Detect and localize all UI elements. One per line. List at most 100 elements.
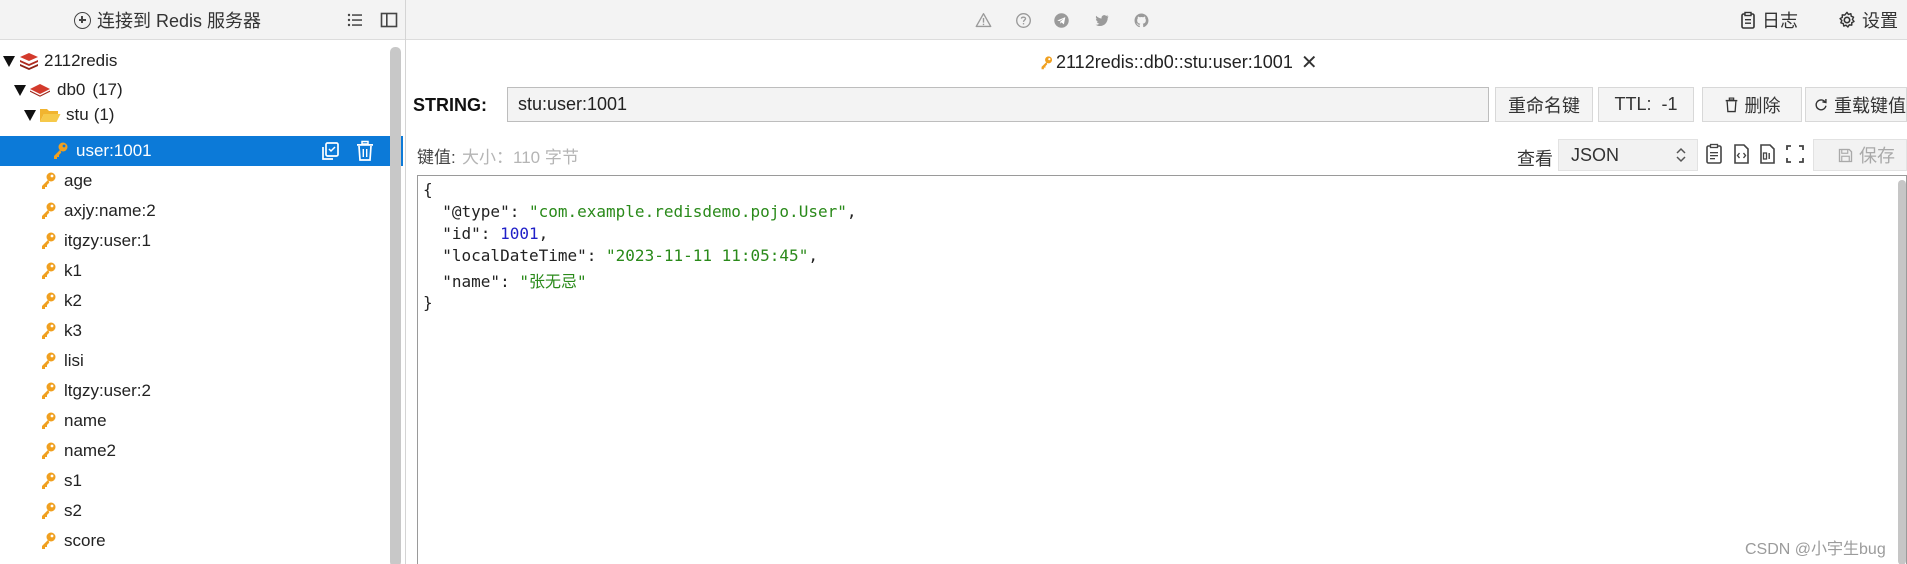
key-label: score [64, 531, 106, 550]
expand-triangle-icon[interactable] [3, 55, 15, 67]
save-button[interactable]: 保存 [1813, 139, 1907, 171]
key-icon [54, 142, 68, 159]
clipboard-list-icon [1741, 11, 1755, 29]
chevron-updown-icon [1676, 147, 1686, 163]
value-label: 键值: [417, 148, 456, 167]
telegram-icon[interactable] [1053, 12, 1070, 29]
gear-icon [1839, 11, 1855, 28]
key-icon [42, 202, 56, 219]
panel-divider[interactable] [405, 0, 406, 564]
editor-scrollbar[interactable] [1898, 180, 1906, 564]
rename-key-button[interactable]: 重命名键 [1495, 87, 1593, 122]
reload-key-button[interactable]: 重载键值 [1805, 87, 1907, 122]
settings-label: 设置 [1862, 11, 1898, 31]
json-value: "2023-11-11 11:05:45" [606, 246, 809, 265]
close-tab-icon[interactable]: ✕ [1301, 50, 1318, 75]
tree-key-item[interactable]: itgzy:user:1 [0, 226, 403, 256]
json-key: "@type" [442, 202, 510, 221]
key-icon [42, 262, 56, 279]
trash-icon[interactable] [355, 140, 375, 162]
json-line: "id": 1001, [442, 224, 549, 243]
key-icon [42, 502, 56, 519]
tree-key-item[interactable]: ltgzy:user:2 [0, 376, 403, 406]
key-tab[interactable]: 2112redis::db0::stu:user:1001 ✕ [1040, 50, 1318, 75]
save-icon [1838, 148, 1853, 162]
key-label: s2 [64, 501, 82, 520]
folder-label: stu [66, 105, 89, 124]
reload-icon [1815, 98, 1827, 110]
json-open-brace: { [423, 180, 433, 199]
tree-server-node[interactable]: 2112redis [0, 46, 403, 76]
plus-circle-icon [74, 11, 91, 29]
json-value: "com.example.redisdemo.pojo.User" [528, 202, 847, 221]
key-icon [42, 232, 56, 249]
top-toolbar: 连接到 Redis 服务器 日志 设置 [0, 0, 1907, 40]
sidebar-toggle-icon[interactable] [379, 10, 399, 30]
tree-key-user-1001[interactable]: user:1001 [0, 136, 403, 166]
copy-value-icon[interactable] [1704, 143, 1724, 165]
tree-folder-node[interactable]: stu (1) [0, 100, 403, 130]
tree-key-item[interactable]: name [0, 406, 403, 436]
ttl-label: TTL: -1 [1614, 94, 1678, 114]
key-label: lisi [64, 351, 84, 370]
tree-scrollbar[interactable] [390, 47, 401, 564]
fullscreen-icon[interactable] [1785, 143, 1805, 165]
key-icon [42, 532, 56, 549]
ttl-button[interactable]: TTL: -1 [1598, 87, 1694, 122]
key-name-field[interactable]: stu:user:1001 [507, 87, 1489, 122]
tree-key-item[interactable]: name2 [0, 436, 403, 466]
tree-key-item[interactable]: k3 [0, 316, 403, 346]
json-key: "id" [442, 224, 481, 243]
database-icon [30, 84, 50, 97]
tree-key-item[interactable]: s2 [0, 496, 403, 526]
key-icon [42, 172, 56, 189]
tree-key-item[interactable]: k2 [0, 286, 403, 316]
key-label: age [64, 171, 93, 190]
twitter-icon[interactable] [1093, 12, 1110, 29]
tree-key-item[interactable]: k1 [0, 256, 403, 286]
copy-key-icon[interactable] [319, 140, 341, 162]
tree-key-item[interactable]: s1 [0, 466, 403, 496]
settings-button[interactable]: 设置 [1838, 9, 1898, 31]
connect-server-button[interactable]: 连接到 Redis 服务器 [74, 9, 261, 31]
github-icon[interactable] [1133, 12, 1150, 29]
help-icon[interactable] [1015, 12, 1032, 29]
delete-key-button[interactable]: 删除 [1702, 87, 1802, 122]
expand-triangle-icon[interactable] [14, 84, 26, 96]
tree-key-item[interactable]: score [0, 526, 403, 556]
key-label: name2 [64, 441, 116, 460]
json-line: "localDateTime": "2023-11-11 11:05:45", [442, 246, 818, 265]
warning-icon[interactable] [975, 12, 992, 29]
key-icon [42, 412, 56, 429]
watermark: CSDN @小宇生bug [1745, 541, 1886, 558]
key-icon [42, 382, 56, 399]
tab-title-label: 2112redis::db0::stu:user:1001 [1056, 52, 1293, 72]
key-tree-sidebar: 2112redis db0 (17) stu (1) user:1001 age… [0, 41, 405, 564]
binary-file-icon[interactable] [1757, 143, 1777, 165]
db-count: (17) [92, 80, 123, 99]
json-value: 1001 [500, 224, 539, 243]
log-button[interactable]: 日志 [1740, 9, 1798, 31]
tree-key-item[interactable]: lisi [0, 346, 403, 376]
list-view-icon[interactable] [345, 10, 365, 30]
key-label: itgzy:user:1 [64, 231, 151, 250]
expand-triangle-icon[interactable] [24, 109, 36, 121]
selected-key-label: user:1001 [76, 141, 152, 160]
key-label: k2 [64, 291, 82, 310]
connect-label: 连接到 Redis 服务器 [97, 11, 262, 31]
value-editor[interactable]: { "@type": "com.example.redisdemo.pojo.U… [417, 175, 1907, 564]
json-key: "localDateTime" [442, 246, 587, 265]
key-label: s1 [64, 471, 82, 490]
log-label: 日志 [1762, 11, 1798, 31]
db-label: db0 [57, 80, 86, 99]
format-code-icon[interactable] [1731, 143, 1751, 165]
key-icon [42, 472, 56, 489]
key-label: ltgzy:user:2 [64, 381, 151, 400]
view-mode-select[interactable]: JSON [1558, 139, 1698, 171]
server-name: 2112redis [44, 51, 118, 70]
tree-key-item[interactable]: age [0, 166, 403, 196]
key-icon [1041, 55, 1053, 69]
tree-key-item[interactable]: axjy:name:2 [0, 196, 403, 226]
json-key: "name" [442, 272, 501, 291]
row-actions [319, 140, 375, 162]
